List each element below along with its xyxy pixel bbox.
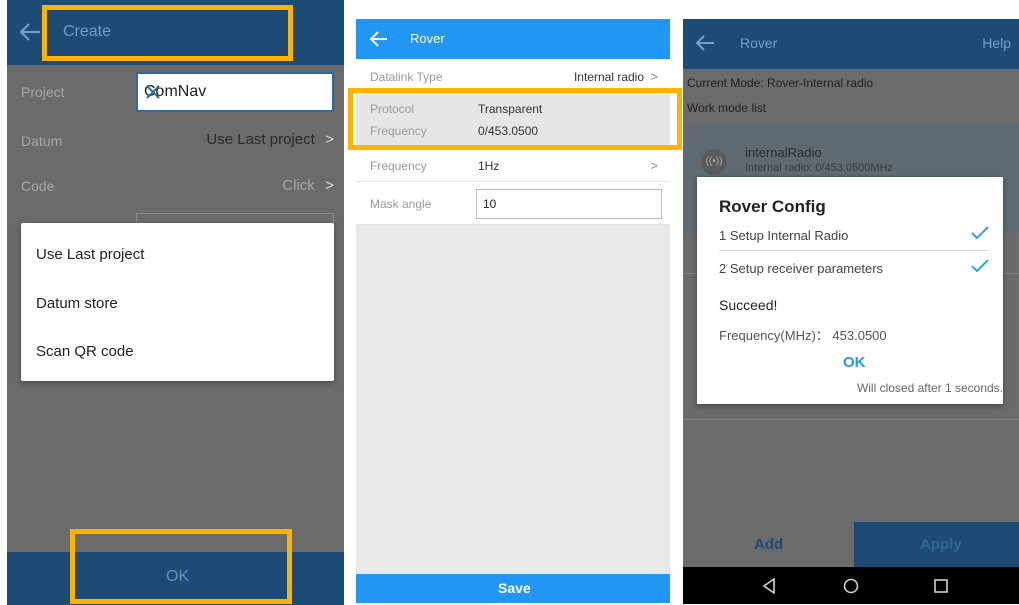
- dialog-title: Rover Config: [719, 197, 826, 216]
- checkmark-icon: [971, 259, 989, 278]
- frequency-result-text: Frequency(MHz)： 453.0500: [719, 328, 887, 343]
- chevron-right-icon: >: [650, 158, 658, 173]
- datalink-type-label: Datalink Type: [370, 70, 443, 84]
- datum-selector[interactable]: Use Last project >: [206, 131, 334, 149]
- project-input[interactable]: ComNav: [136, 72, 334, 112]
- mask-angle-value: 10: [483, 197, 497, 211]
- page-title: Rover: [740, 35, 778, 51]
- nav-home-icon[interactable]: [843, 578, 859, 594]
- datalink-type-value: Internal radio: [573, 70, 644, 84]
- datum-value: Use Last project: [206, 131, 315, 148]
- project-label: Project: [21, 84, 65, 100]
- work-mode-item-subtitle: Internal radio: 0/453.0500MHz: [745, 162, 893, 174]
- menu-item-datum-store[interactable]: Datum store: [36, 295, 118, 312]
- code-selector[interactable]: Click >: [282, 177, 334, 195]
- highlight-box-title: [42, 5, 293, 61]
- rover-work-mode-screen: Rover Help Current Mode: Rover-Internal …: [683, 19, 1019, 604]
- succeed-text: Succeed!: [719, 297, 778, 313]
- add-button-label: Add: [754, 536, 784, 553]
- highlight-box-ok: [70, 529, 292, 604]
- checkmark-icon: [971, 226, 989, 245]
- system-nav-bar: [683, 567, 1019, 604]
- back-arrow-icon[interactable]: [19, 22, 41, 42]
- list-divider: [683, 419, 1019, 420]
- radio-signal-icon: ((•)): [701, 149, 727, 175]
- rate-row[interactable]: Frequency 1Hz >: [356, 148, 670, 182]
- back-arrow-icon[interactable]: [370, 31, 388, 47]
- menu-item-scan-qr-code[interactable]: Scan QR code: [36, 343, 134, 360]
- app-bar: [683, 19, 1019, 69]
- apply-button-label: Apply: [920, 536, 962, 553]
- chevron-right-icon: >: [325, 131, 334, 148]
- rate-value: 1Hz: [478, 159, 500, 173]
- code-label: Code: [21, 178, 55, 194]
- nav-recents-icon[interactable]: [934, 579, 948, 593]
- back-arrow-icon[interactable]: [695, 34, 715, 52]
- mask-angle-input[interactable]: 10: [476, 189, 662, 219]
- code-input-edge: [136, 213, 334, 223]
- page-title: Rover: [410, 31, 445, 46]
- work-mode-item-title: internalRadio: [745, 145, 822, 160]
- chevron-right-icon: >: [650, 69, 658, 84]
- create-project-screen: Create Project ComNav Datum Use Last pro…: [7, 0, 344, 605]
- code-value: Click: [282, 177, 315, 194]
- save-button-label: Save: [498, 580, 531, 596]
- chevron-right-icon: >: [325, 177, 334, 194]
- ok-button[interactable]: OK: [843, 354, 866, 371]
- dialog-divider: [719, 250, 989, 251]
- add-button[interactable]: Add: [683, 522, 854, 567]
- datum-source-menu: Use Last project Datum store Scan QR cod…: [21, 223, 334, 381]
- work-mode-list-heading: Work mode list: [687, 101, 767, 115]
- clear-icon[interactable]: [144, 83, 326, 101]
- step-2-text: 2 Setup receiver parameters: [719, 261, 884, 276]
- help-button[interactable]: Help: [982, 35, 1011, 51]
- auto-close-message: Will closed after 1 seconds.: [856, 381, 1003, 395]
- save-button[interactable]: Save: [356, 574, 670, 603]
- highlight-box-protocol: [348, 88, 682, 150]
- rover-config-dialog: Rover Config 1 Setup Internal Radio 2 Se…: [697, 177, 1003, 404]
- apply-button[interactable]: Apply: [854, 522, 1019, 567]
- datum-label: Datum: [21, 133, 63, 149]
- menu-item-use-last-project[interactable]: Use Last project: [36, 246, 144, 263]
- mask-angle-label: Mask angle: [370, 197, 432, 211]
- current-mode-text: Current Mode: Rover-Internal radio: [687, 76, 874, 90]
- rate-label: Frequency: [370, 159, 427, 173]
- nav-back-icon[interactable]: [762, 578, 776, 594]
- app-bar: [356, 19, 670, 59]
- step-1-text: 1 Setup Internal Radio: [719, 228, 849, 243]
